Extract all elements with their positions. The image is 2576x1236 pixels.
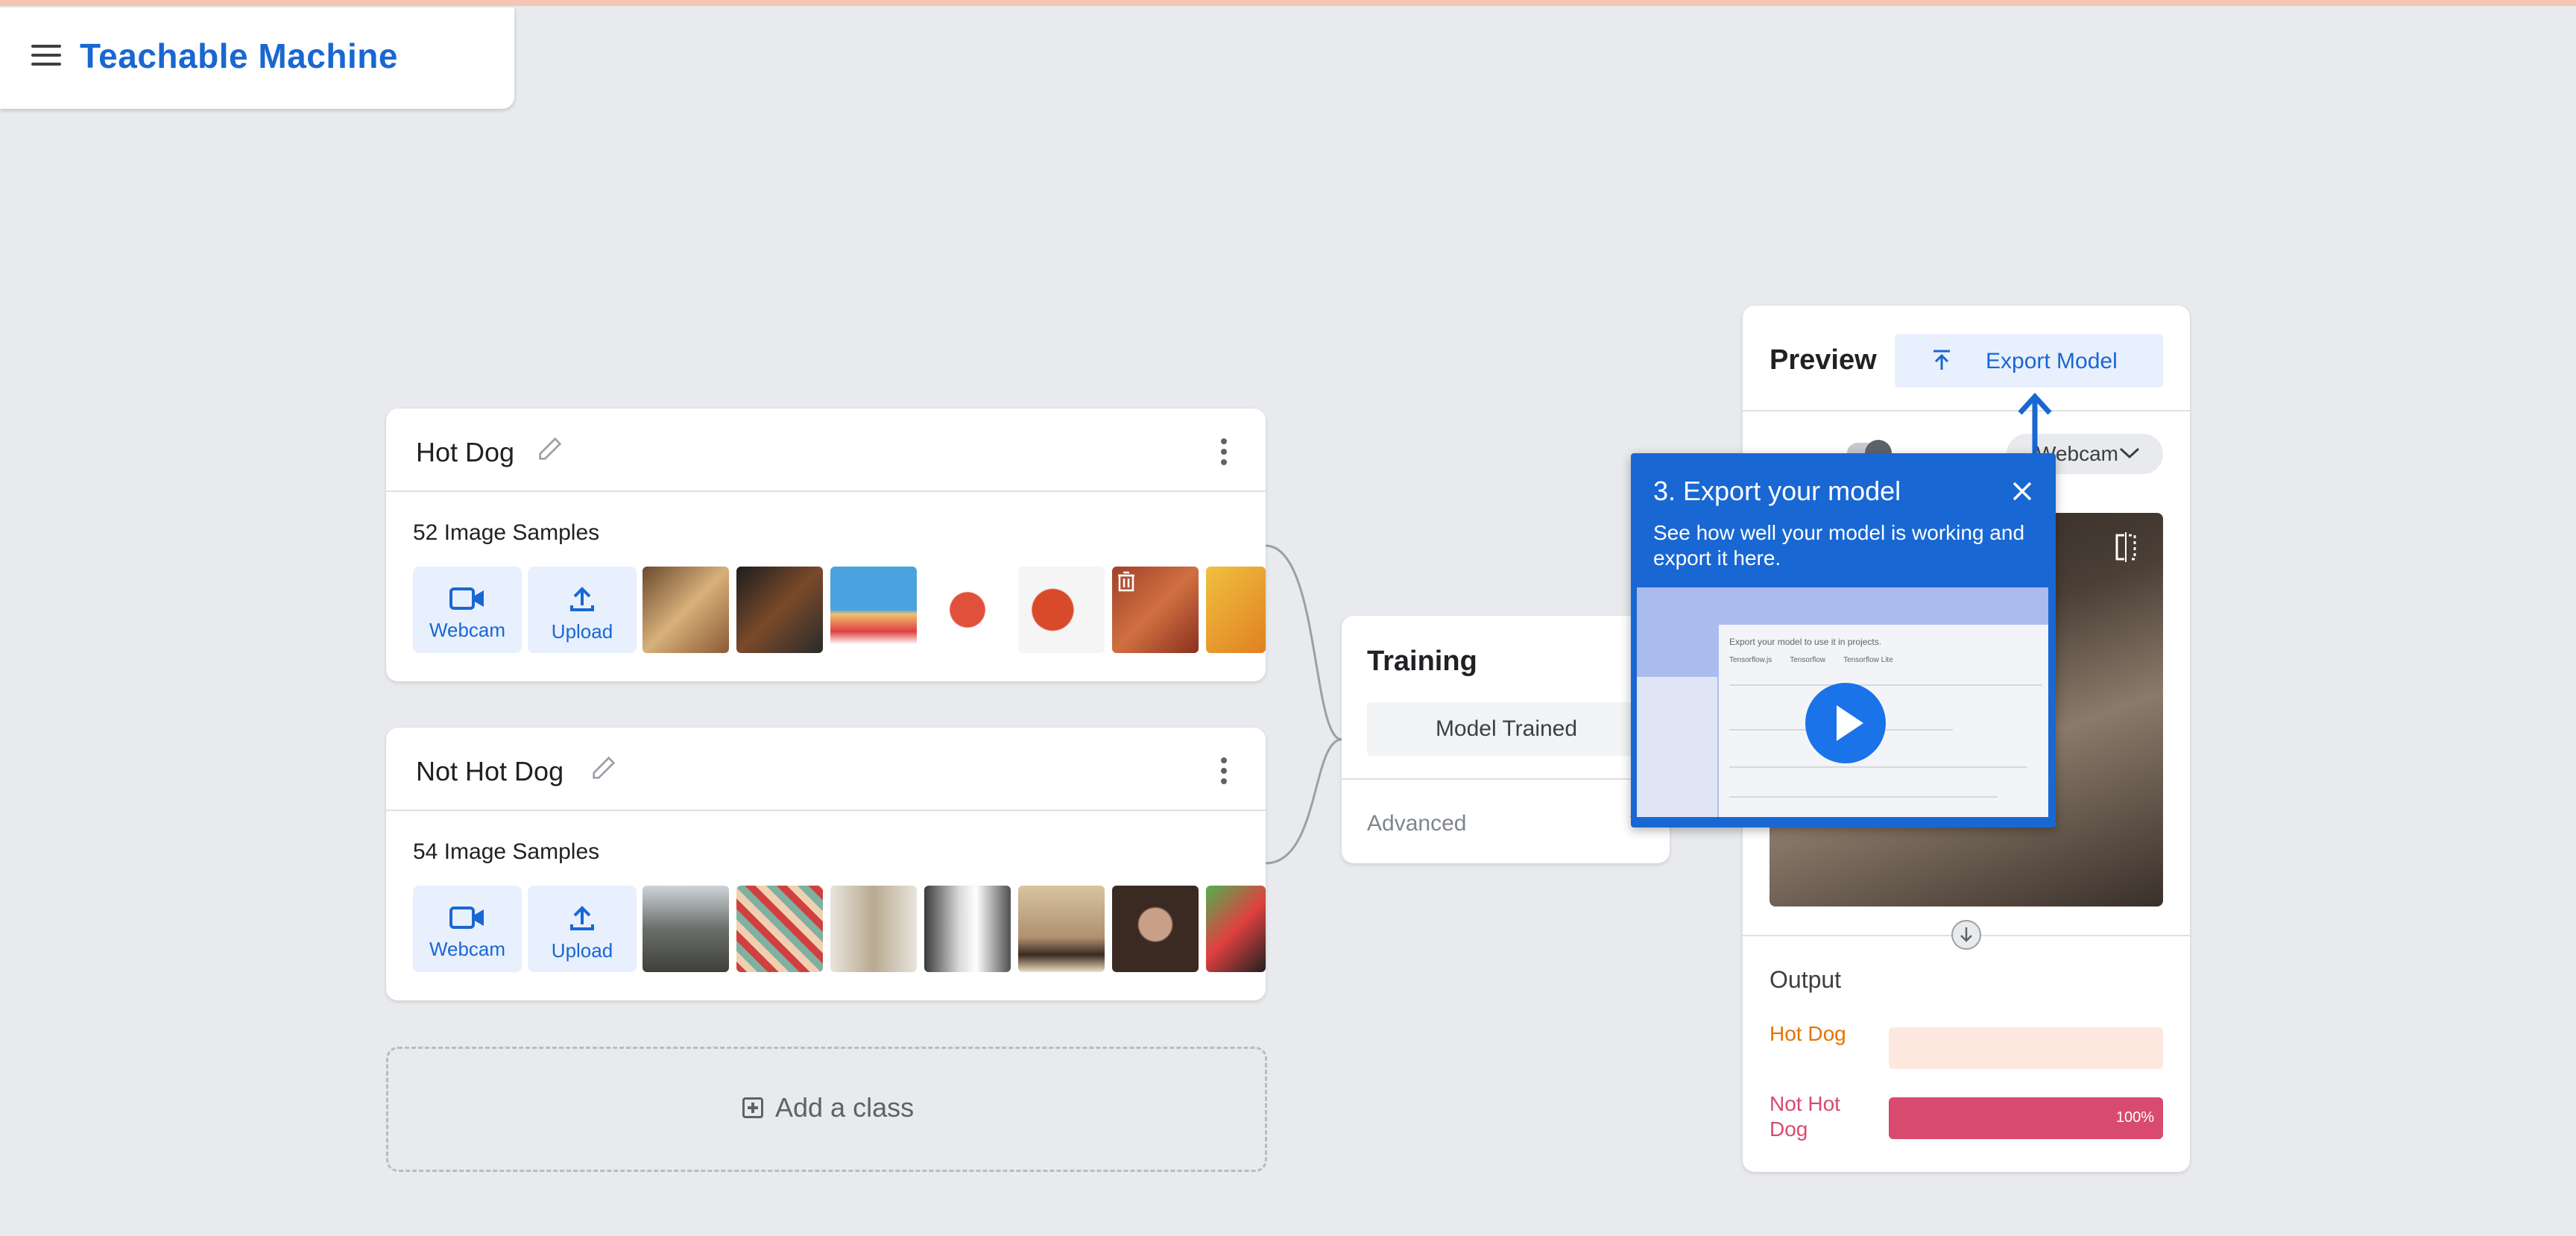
webcam-button[interactable]: Webcam — [413, 567, 522, 653]
tooltip-description: See how well your model is working and e… — [1653, 521, 2025, 570]
sample-thumbnail[interactable] — [643, 886, 729, 972]
class-name[interactable]: Hot Dog — [416, 437, 514, 468]
upload-icon — [570, 906, 594, 930]
sample-count: 54 Image Samples — [413, 839, 600, 864]
video-heading: Export your model to use it in projects. — [1729, 637, 1882, 647]
class-header: Not Hot Dog — [386, 728, 1266, 811]
add-class-label: Add a class — [775, 1092, 915, 1123]
sample-thumbnail[interactable] — [830, 567, 917, 653]
webcam-button[interactable]: Webcam — [413, 886, 522, 972]
video-tabs: Tensorflow.js Tensorflow Tensorflow Lite — [1729, 656, 1893, 664]
sample-thumbnail[interactable] — [924, 567, 1011, 653]
class-name[interactable]: Not Hot Dog — [416, 756, 564, 787]
advanced-toggle[interactable]: Advanced — [1367, 811, 1466, 836]
sample-thumbnail[interactable] — [1018, 886, 1105, 972]
video-line — [1729, 684, 2042, 686]
upload-button[interactable]: Upload — [528, 886, 637, 972]
chevron-down-icon — [2119, 447, 2140, 459]
sample-thumbnail[interactable] — [1206, 567, 1266, 653]
webcam-label: Webcam — [429, 938, 506, 960]
tutorial-video[interactable]: Export your model to use it in projects.… — [1637, 587, 2048, 817]
class-header: Hot Dog — [386, 409, 1266, 492]
video-camera-icon — [449, 906, 484, 929]
sample-thumbnail[interactable] — [830, 886, 917, 972]
video-tab: Tensorflow Lite — [1843, 656, 1893, 664]
output-title: Output — [1770, 966, 1842, 993]
pointer-arrow — [2018, 392, 2052, 462]
class-card-hot-dog: Hot Dog 52 Image Samples Webcam Upload — [386, 409, 1266, 681]
sample-thumbnail[interactable] — [736, 886, 823, 972]
sample-thumbnail[interactable] — [643, 567, 729, 653]
edit-pencil-icon[interactable] — [535, 434, 565, 464]
sample-thumbnail[interactable] — [924, 886, 1011, 972]
video-tab: Tensorflow.js — [1729, 656, 1772, 664]
video-left-ui — [1637, 677, 1717, 817]
tooltip-title: 3. Export your model — [1653, 476, 1901, 506]
upload-label: Upload — [551, 939, 613, 962]
export-model-button[interactable]: Export Model — [1895, 334, 2163, 388]
train-model-button[interactable]: Model Trained — [1367, 702, 1646, 756]
delete-icon[interactable] — [1117, 571, 1136, 592]
divider — [1743, 410, 2190, 412]
upload-icon — [570, 587, 594, 611]
video-line — [1729, 766, 2027, 768]
output-label: Hot Dog — [1770, 1022, 1846, 1045]
play-icon[interactable] — [1805, 683, 1886, 763]
confidence-bar: 100% — [1889, 1097, 2163, 1139]
edit-pencil-icon[interactable] — [589, 753, 619, 783]
sample-count: 52 Image Samples — [413, 520, 600, 545]
video-tab: Tensorflow — [1790, 656, 1826, 664]
training-title: Training — [1367, 646, 1477, 677]
upload-button[interactable]: Upload — [528, 567, 637, 653]
close-icon[interactable] — [2011, 480, 2033, 502]
sample-thumbnail[interactable] — [1018, 567, 1105, 653]
onboarding-tooltip: 3. Export your model See how well your m… — [1631, 453, 2056, 827]
video-line — [1729, 796, 1998, 798]
training-panel: Training Model Trained Advanced — [1342, 616, 1670, 863]
upload-label: Upload — [551, 620, 613, 643]
flip-camera-icon[interactable] — [2111, 532, 2141, 562]
sample-thumbnail[interactable] — [736, 567, 823, 653]
webcam-label: Webcam — [429, 619, 506, 641]
video-camera-icon — [449, 587, 484, 610]
divider — [1342, 778, 1670, 780]
sample-thumbnail[interactable] — [1112, 567, 1199, 653]
upload-icon — [1933, 350, 1950, 370]
arrow-down-icon — [1951, 920, 1981, 950]
preview-title: Preview — [1770, 344, 1877, 376]
sample-thumbnail[interactable] — [1206, 886, 1266, 972]
more-options-icon[interactable] — [1221, 757, 1228, 789]
confidence-percent: 100% — [2115, 1109, 2154, 1126]
output-label: Not Hot Dog — [1770, 1092, 1840, 1141]
add-box-icon — [742, 1097, 763, 1118]
add-class-button[interactable]: Add a class — [386, 1047, 1267, 1172]
more-options-icon[interactable] — [1221, 438, 1228, 470]
sample-thumbnail[interactable] — [1112, 886, 1199, 972]
confidence-bar — [1889, 1027, 2163, 1069]
export-model-label: Export Model — [1986, 349, 2118, 373]
class-card-not-hot-dog: Not Hot Dog 54 Image Samples Webcam Uplo… — [386, 728, 1266, 1000]
